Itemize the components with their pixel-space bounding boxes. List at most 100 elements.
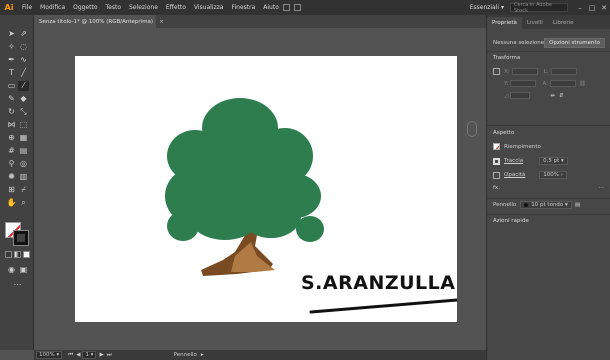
zoom-field[interactable]: 100% ▾ xyxy=(36,351,63,359)
menu-effetto[interactable]: Effetto xyxy=(162,4,190,11)
arrange-icon[interactable] xyxy=(293,4,301,11)
pen-tool-icon[interactable]: ✒ xyxy=(6,55,17,65)
lasso-tool-icon[interactable]: ◌ xyxy=(18,42,29,52)
shape-builder-tool-icon[interactable]: ⊕ xyxy=(6,133,17,143)
screen-mode-icon[interactable]: ▣ xyxy=(18,265,29,275)
scale-tool-icon[interactable]: ⤡ xyxy=(18,107,29,117)
type-tool-icon[interactable]: T xyxy=(6,68,17,78)
x-field[interactable] xyxy=(511,68,538,75)
fill-row: Riempimento xyxy=(493,143,604,150)
close-button[interactable]: ✕ xyxy=(598,4,610,12)
bridge-icon[interactable] xyxy=(282,4,290,11)
gradient-mode-button[interactable] xyxy=(14,251,21,258)
symbol-sprayer-tool-icon[interactable]: ✺ xyxy=(6,172,17,182)
more-tools-icon[interactable]: ⋯ xyxy=(12,280,23,290)
eraser-tool-icon[interactable]: ◆ xyxy=(18,94,29,104)
opacity-field[interactable]: 100% › xyxy=(539,171,567,179)
no-selection-label: Nessuna selezione xyxy=(493,40,545,46)
tab-proprieta[interactable]: Proprietà xyxy=(487,17,522,29)
artboard-tool-icon[interactable]: ⊞ xyxy=(6,185,17,195)
hand-tool-icon[interactable]: ✋ xyxy=(6,198,17,208)
status-arrow-icon[interactable]: ▸ xyxy=(201,352,204,358)
selection-tool-icon[interactable]: ➤ xyxy=(6,29,17,39)
stroke-swatch-icon[interactable] xyxy=(493,157,500,165)
menu-testo[interactable]: Testo xyxy=(102,4,126,11)
tab-librerie[interactable]: Librerie xyxy=(548,17,579,29)
draw-mode-icon[interactable]: ◉ xyxy=(6,265,17,275)
flip-horizontal-icon[interactable]: ⇹ xyxy=(550,93,555,99)
stroke-row: Traccia 0,5 pt ▾ xyxy=(493,157,604,165)
menu-selezione[interactable]: Selezione xyxy=(125,4,162,11)
brush-library-icon[interactable]: ▤ xyxy=(575,202,580,208)
menu-modifica[interactable]: Modifica xyxy=(36,4,69,11)
menu-file[interactable]: File xyxy=(18,4,36,11)
line-tool-icon[interactable]: ╱ xyxy=(18,68,29,78)
stroke-weight-value: 0,5 pt xyxy=(543,158,560,164)
selection-row: Nessuna selezione Opzioni strumento xyxy=(493,38,606,48)
stroke-label[interactable]: Traccia xyxy=(504,158,523,164)
blend-tool-icon[interactable]: ◎ xyxy=(18,159,29,169)
stroke-weight-field[interactable]: 0,5 pt ▾ xyxy=(539,157,568,165)
curvature-tool-icon[interactable]: ∿ xyxy=(18,55,29,65)
gradient-tool-icon[interactable]: ▤ xyxy=(18,146,29,156)
rotate-tool-icon[interactable]: ↻ xyxy=(6,107,17,117)
direct-selection-tool-icon[interactable]: ⇗ xyxy=(18,29,29,39)
rotate-field[interactable] xyxy=(510,92,531,99)
document-tab[interactable]: Senza titolo-1* @ 100% (RGB/Anteprima) × xyxy=(34,15,164,28)
quick-actions-title: Azioni rapide xyxy=(493,218,529,224)
opacity-label[interactable]: Opacità xyxy=(504,172,525,178)
tool-options-button[interactable]: Opzioni strumento xyxy=(544,38,606,48)
minimize-button[interactable]: – xyxy=(574,4,586,12)
close-tab-icon[interactable]: × xyxy=(159,19,164,25)
y-field[interactable] xyxy=(510,80,537,87)
width-tool-icon[interactable]: ⋈ xyxy=(6,120,17,130)
menu-oggetto[interactable]: Oggetto xyxy=(69,4,101,11)
prev-artboard-icon[interactable]: ◀ xyxy=(76,352,80,358)
height-field[interactable] xyxy=(550,80,577,87)
artboard-number: 1 xyxy=(85,352,89,358)
menu-finestra[interactable]: Finestra xyxy=(227,4,259,11)
fill-swatch-icon[interactable] xyxy=(493,143,500,150)
stroke-color-swatch[interactable] xyxy=(13,230,29,246)
artboard[interactable]: S.ARANZULLA xyxy=(75,56,459,322)
appearance-header: Aspetto xyxy=(493,130,604,136)
brush-select[interactable]: 10 pt tondo ▾ xyxy=(520,201,572,209)
app-logo: Ai xyxy=(4,3,14,12)
canvas-area[interactable]: S.ARANZULLA xyxy=(34,28,486,350)
rectangle-tool-icon[interactable]: ▭ xyxy=(6,81,17,91)
mesh-tool-icon[interactable]: # xyxy=(6,146,17,156)
transform-rotate-row: ◿ ⇹ ⇵ xyxy=(493,92,604,99)
tab-livelli[interactable]: Livelli xyxy=(522,17,548,29)
panel-collapse-handle[interactable] xyxy=(467,121,477,137)
first-artboard-icon[interactable]: ⏮ xyxy=(68,352,73,359)
perspective-grid-tool-icon[interactable]: ▦ xyxy=(18,133,29,143)
magic-wand-tool-icon[interactable]: ✧ xyxy=(6,42,17,52)
eyedropper-tool-icon[interactable]: ⚲ xyxy=(6,159,17,169)
next-artboard-icon[interactable]: ▶ xyxy=(99,352,103,358)
link-proportions-icon[interactable]: ⛓ xyxy=(579,81,586,87)
tree-foliage xyxy=(165,98,324,242)
artboard-number-field[interactable]: 1 ▾ xyxy=(82,351,97,359)
menu-aiuto[interactable]: Aiuto xyxy=(259,4,283,11)
reference-point-icon[interactable] xyxy=(493,68,500,75)
maximize-button[interactable]: □ xyxy=(586,4,598,12)
free-transform-tool-icon[interactable]: ⬚ xyxy=(18,120,29,130)
paintbrush-tool-icon[interactable]: ⁄ xyxy=(18,81,29,91)
slice-tool-icon[interactable]: ⌿ xyxy=(18,185,29,195)
column-graph-tool-icon[interactable]: ▥ xyxy=(18,172,29,182)
flip-vertical-icon[interactable]: ⇵ xyxy=(559,93,564,99)
more-options-icon[interactable]: ⋯ xyxy=(599,185,605,191)
zoom-tool-icon[interactable]: ⌕ xyxy=(18,198,29,208)
color-mode-button[interactable] xyxy=(5,251,12,258)
shaper-tool-icon[interactable]: ✎ xyxy=(6,94,17,104)
width-field[interactable] xyxy=(550,68,577,75)
panel-tab-bar: Proprietà Livelli Librerie xyxy=(487,15,610,29)
workspace-dropdown[interactable]: Essenziali ▾ xyxy=(470,4,504,11)
none-mode-button[interactable] xyxy=(23,251,30,258)
quick-actions-header: Azioni rapide xyxy=(493,218,604,224)
fx-button[interactable]: fx. xyxy=(493,185,500,191)
stock-search-input[interactable]: Cerca in Adobe Stock xyxy=(510,2,568,14)
last-artboard-icon[interactable]: ⏭ xyxy=(107,352,112,359)
menu-visualizza[interactable]: Visualizza xyxy=(190,4,228,11)
brush-label: Pennello xyxy=(493,202,517,208)
